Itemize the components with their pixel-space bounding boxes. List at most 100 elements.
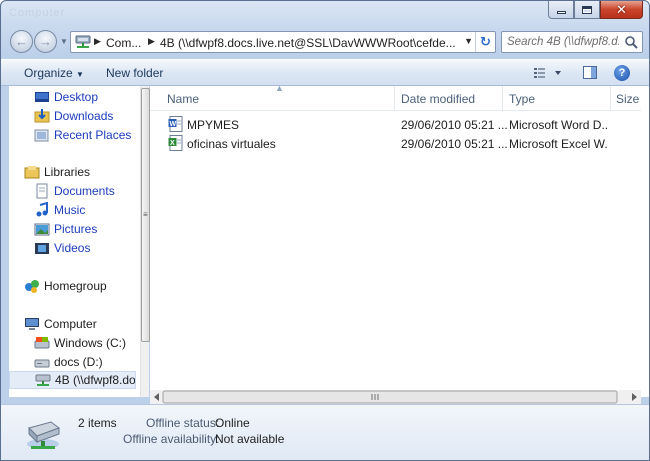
homegroup-icon: [25, 280, 39, 293]
file-name: MPYMES: [187, 118, 240, 132]
videos-icon: [35, 243, 49, 254]
column-divider[interactable]: [394, 86, 395, 111]
new-folder-button[interactable]: New folder: [106, 66, 163, 80]
network-drive-large-icon: [27, 421, 61, 449]
maximize-icon: [582, 5, 592, 14]
recent-places-icon: [34, 129, 49, 142]
scrollbar-thumb[interactable]: ≡: [141, 88, 150, 342]
forward-button[interactable]: →: [34, 30, 57, 53]
search-box[interactable]: Search 4B (\\dfwpf8.d...: [501, 31, 643, 53]
nav-label: Downloads: [54, 109, 114, 123]
file-type: Microsoft Word D...: [509, 118, 607, 132]
file-type: Microsoft Excel W...: [509, 137, 607, 151]
column-name[interactable]: Name: [167, 92, 199, 106]
chevron-down-icon: ▼: [76, 70, 84, 79]
search-placeholder[interactable]: Search 4B (\\dfwpf8.d...: [507, 36, 619, 48]
help-button[interactable]: ?: [614, 65, 630, 81]
column-divider[interactable]: [502, 86, 503, 111]
breadcrumb-separator[interactable]: ▶: [94, 36, 101, 47]
nav-item-libraries[interactable]: Libraries: [9, 163, 137, 181]
network-drive-icon: [75, 35, 91, 48]
minimize-icon: [556, 11, 566, 14]
downloads-icon: [34, 109, 50, 123]
back-button[interactable]: ←: [10, 30, 33, 53]
title-bar[interactable]: Computer ✕: [1, 1, 649, 25]
nav-scrollbar[interactable]: ≡: [140, 86, 150, 397]
breadcrumb-current-folder[interactable]: 4B (\\dfwpf8.docs.live.net@SSL\DavWWWRoo…: [160, 36, 460, 50]
details-pane: 2 items Offline status: Online Offline a…: [1, 404, 649, 460]
desktop-icon: [35, 92, 49, 102]
libraries-icon: [24, 166, 40, 179]
file-date: 29/06/2010 05:21 ...: [401, 137, 508, 151]
column-type[interactable]: Type: [509, 92, 535, 106]
minimize-button[interactable]: [548, 1, 574, 19]
file-list: ▲ Name Date modified Type Size W MPYMES …: [150, 83, 641, 404]
nav-label: Videos: [54, 241, 91, 255]
close-button[interactable]: ✕: [600, 1, 643, 19]
offline-status-value: Online: [215, 416, 250, 430]
change-view-icon[interactable]: [533, 66, 563, 80]
forward-arrow-icon: →: [39, 34, 52, 49]
address-bar[interactable]: ▶ Com... ▶ 4B (\\dfwpf8.docs.live.net@SS…: [70, 31, 496, 53]
nav-item-music[interactable]: Music: [9, 201, 137, 219]
breadcrumb-separator[interactable]: ▶: [148, 36, 155, 47]
navigation-row: ← → ▼ ▶ Com... ▶ 4B (\\dfwpf8.docs.live.…: [1, 28, 649, 56]
column-date-modified[interactable]: Date modified: [401, 92, 475, 106]
documents-icon: [36, 183, 48, 199]
nav-label: Documents: [54, 184, 115, 198]
file-name: oficinas virtuales: [187, 137, 276, 151]
offline-status-label: Offline status:: [146, 416, 220, 430]
explorer-window: Computer ✕ ← → ▼ ▶ Com... ▶ 4B (\\dfwpf8…: [0, 0, 650, 461]
file-row[interactable]: X oficinas virtuales 29/06/2010 05:21 ..…: [150, 134, 641, 153]
drive-d-icon: [34, 359, 50, 368]
svg-text:W: W: [170, 121, 177, 128]
window-title: Computer: [9, 7, 66, 19]
nav-item-desktop[interactable]: Desktop: [9, 88, 137, 106]
caption-buttons: ✕: [548, 1, 643, 19]
nav-item-network-drive[interactable]: 4B (\\dfwpf8.docs: [9, 371, 136, 389]
nav-label: Computer: [44, 317, 97, 331]
column-header: ▲ Name Date modified Type Size: [150, 83, 641, 111]
nav-label: Desktop: [54, 90, 99, 104]
search-icon: [625, 36, 638, 49]
svg-text:X: X: [170, 140, 175, 147]
nav-label: Music: [54, 203, 86, 217]
nav-item-downloads[interactable]: Downloads: [9, 107, 137, 125]
file-row[interactable]: W MPYMES 29/06/2010 05:21 ... Microsoft …: [150, 115, 641, 134]
organize-menu[interactable]: Organize ▼: [24, 66, 84, 80]
nav-item-drive-c[interactable]: Windows (C:): [9, 334, 137, 352]
nav-item-recent-places[interactable]: Recent Places: [9, 126, 137, 144]
nav-item-videos[interactable]: Videos: [9, 239, 137, 257]
computer-icon: [25, 318, 39, 330]
breadcrumb-computer[interactable]: Com...: [106, 36, 141, 50]
help-icon: ?: [618, 67, 626, 79]
nav-item-pictures[interactable]: Pictures: [9, 220, 137, 238]
maximize-button[interactable]: [574, 1, 600, 19]
preview-pane-icon[interactable]: [583, 66, 597, 79]
organize-label: Organize: [24, 66, 73, 80]
music-icon: [36, 202, 48, 217]
navigation-pane: Desktop Downloads Recent Places Librarie…: [9, 86, 150, 397]
back-arrow-icon: ←: [15, 34, 28, 49]
refresh-icon: ↻: [480, 34, 491, 49]
nav-label: Recent Places: [54, 128, 132, 142]
nav-label: Windows (C:): [54, 336, 127, 350]
nav-item-computer[interactable]: Computer: [9, 315, 137, 333]
nav-label: Libraries: [44, 165, 91, 179]
file-list-edge: [641, 86, 649, 397]
recent-pages-dropdown[interactable]: ▼: [60, 37, 68, 46]
command-bar: Organize ▼ New folder ?: [1, 59, 649, 86]
drive-c-icon: [34, 337, 50, 349]
offline-availability-label: Offline availability:: [123, 432, 220, 446]
file-date: 29/06/2010 05:21 ...: [401, 118, 508, 132]
nav-item-drive-d[interactable]: docs (D:): [9, 353, 137, 371]
excel-workbook-icon: X: [168, 135, 183, 151]
column-size[interactable]: Size: [616, 92, 639, 106]
column-divider[interactable]: [610, 86, 611, 111]
nav-label: Pictures: [54, 222, 98, 236]
refresh-button[interactable]: ↻: [475, 32, 495, 52]
address-dropdown-icon[interactable]: ▼: [464, 36, 473, 46]
horizontal-scrollbar[interactable]: [150, 390, 641, 404]
nav-item-homegroup[interactable]: Homegroup: [9, 277, 137, 295]
nav-item-documents[interactable]: Documents: [9, 182, 137, 200]
